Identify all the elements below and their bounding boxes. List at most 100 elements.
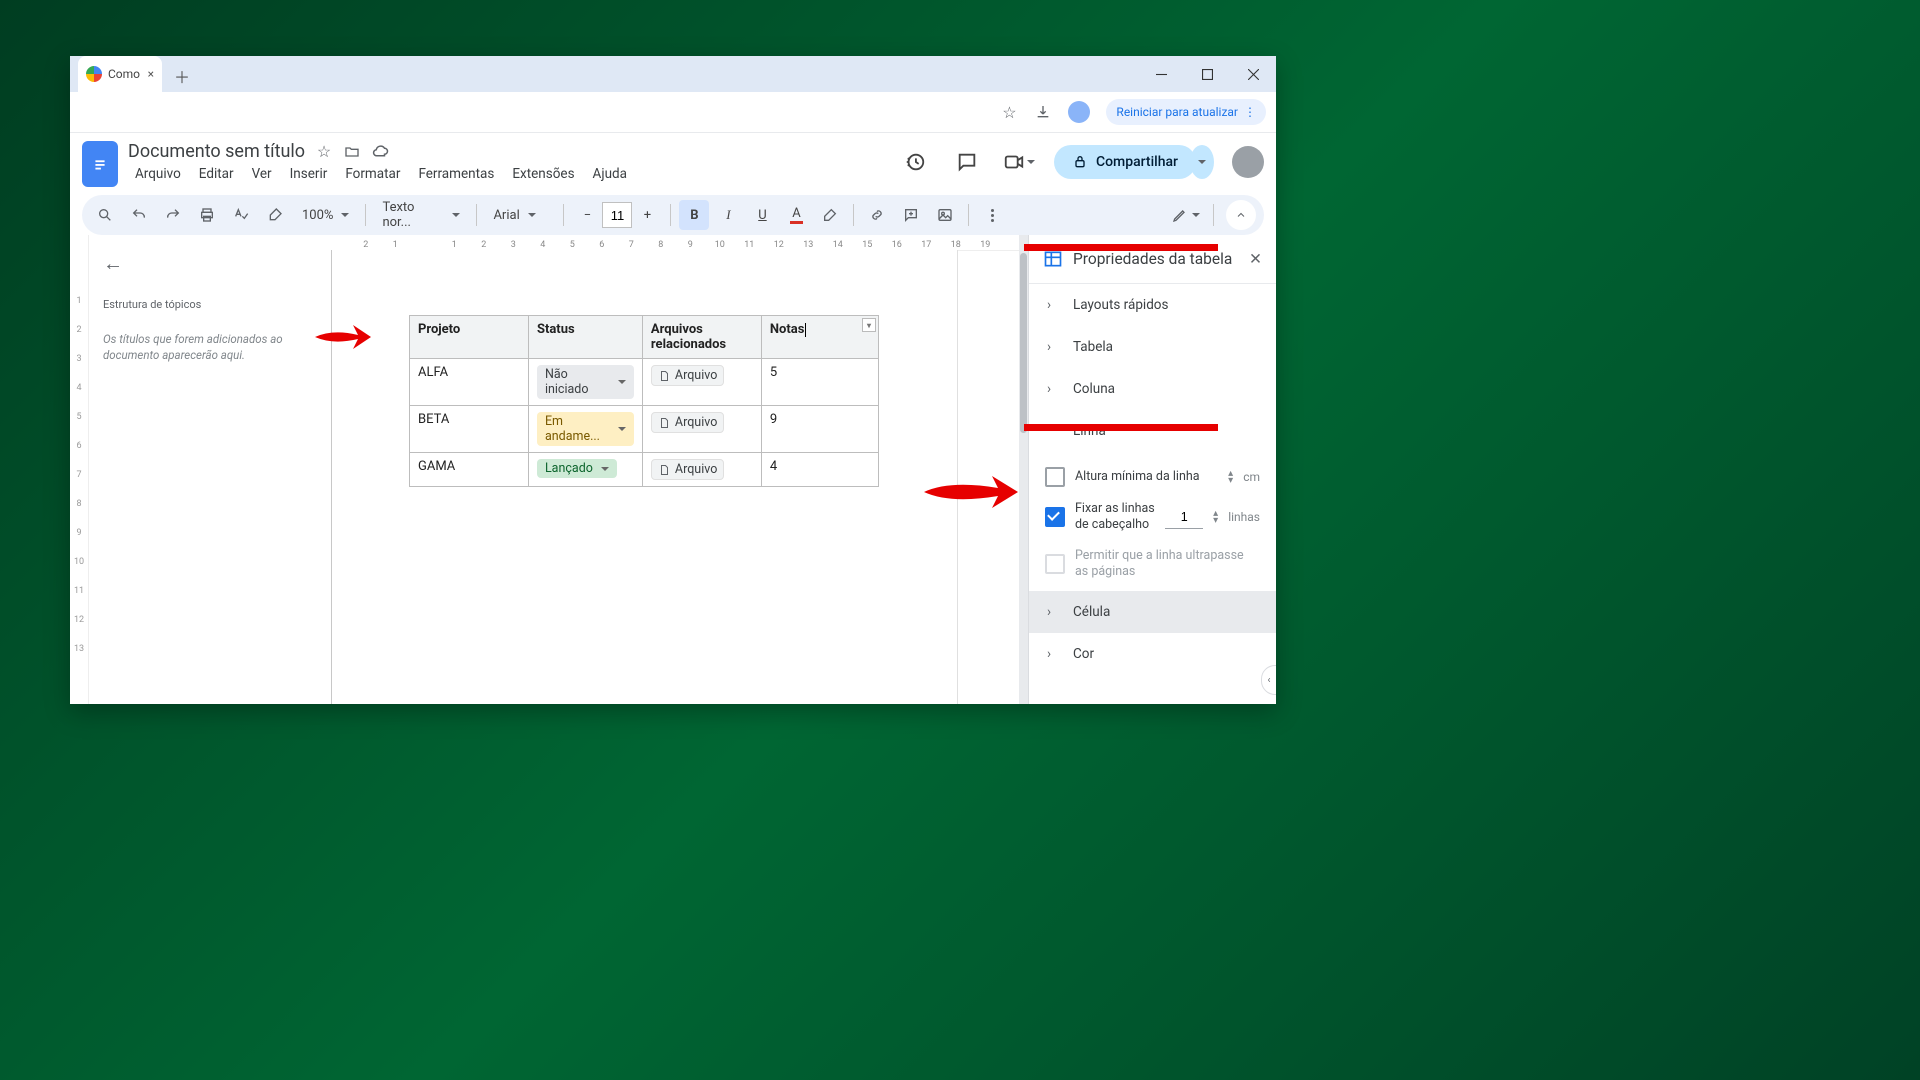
text-color-button[interactable]: A [781, 200, 811, 230]
editing-mode-button[interactable] [1171, 200, 1201, 230]
section-column[interactable]: ›Coluna [1029, 368, 1276, 410]
section-table[interactable]: ›Tabela [1029, 326, 1276, 368]
share-label: Compartilhar [1096, 154, 1178, 170]
th-arquivos[interactable]: Arquivos relacionados [642, 316, 761, 359]
menu-inserir[interactable]: Inserir [283, 164, 335, 184]
cell-arquivo[interactable]: Arquivo [642, 359, 761, 406]
cell-status[interactable]: Não iniciado [528, 359, 642, 406]
font-size-input[interactable] [602, 202, 632, 228]
page[interactable]: Projeto Status Arquivos relacionados Not… [331, 250, 958, 704]
scrollbar-thumb[interactable] [1020, 253, 1027, 433]
cell-status[interactable]: Em andame... [528, 406, 642, 453]
th-notas[interactable]: Notas▾ [761, 316, 878, 359]
print-icon[interactable] [192, 200, 222, 230]
table-menu-icon[interactable]: ▾ [862, 318, 876, 332]
cell-notas[interactable]: 9 [761, 406, 878, 453]
highlight-color-button[interactable] [815, 200, 845, 230]
insert-link-button[interactable] [862, 200, 892, 230]
history-icon[interactable] [898, 145, 932, 179]
menu-ajuda[interactable]: Ajuda [586, 164, 634, 184]
file-chip[interactable]: Arquivo [651, 459, 724, 480]
browser-tab[interactable]: Como × [78, 56, 162, 92]
min-height-checkbox[interactable] [1045, 467, 1065, 487]
pin-header-checkbox[interactable] [1045, 507, 1065, 527]
table-row[interactable]: BETA Em andame... Arquivo 9 [410, 406, 879, 453]
table-row[interactable]: GAMA Lançado Arquivo 4 [410, 453, 879, 487]
menu-editar[interactable]: Editar [192, 164, 241, 184]
search-icon[interactable] [90, 200, 120, 230]
table-row[interactable]: ALFA Não iniciado Arquivo 5 [410, 359, 879, 406]
meet-icon[interactable] [1002, 145, 1036, 179]
cell-notas[interactable]: 5 [761, 359, 878, 406]
panel-close-button[interactable]: ✕ [1249, 250, 1262, 268]
doc-title[interactable]: Documento sem título [128, 141, 305, 162]
window-minimize-button[interactable] [1138, 56, 1184, 92]
cell-arquivo[interactable]: Arquivo [642, 406, 761, 453]
undo-icon[interactable] [124, 200, 154, 230]
file-chip[interactable]: Arquivo [651, 365, 724, 386]
paint-format-icon[interactable] [260, 200, 290, 230]
menu-ferramentas[interactable]: Ferramentas [411, 164, 501, 184]
account-avatar[interactable] [1232, 146, 1264, 178]
underline-button[interactable]: U [747, 200, 777, 230]
star-icon[interactable]: ☆ [315, 143, 333, 161]
redo-icon[interactable] [158, 200, 188, 230]
tab-close-button[interactable]: × [148, 67, 154, 81]
paragraph-style-select[interactable]: Texto nor... [374, 201, 468, 229]
file-chip[interactable]: Arquivo [651, 412, 724, 433]
insert-comment-button[interactable] [896, 200, 926, 230]
document-canvas[interactable]: 2112345678910111213141516171819 Projeto … [331, 235, 1028, 704]
comments-icon[interactable] [950, 145, 984, 179]
outline-collapse-button[interactable]: ← [103, 251, 317, 276]
stepper-icon[interactable]: ▴▾ [1228, 470, 1233, 484]
zoom-select[interactable]: 100% [294, 201, 357, 229]
move-folder-icon[interactable] [343, 143, 361, 161]
font-select[interactable]: Arial [485, 201, 555, 229]
restart-to-update-button[interactable]: Reiniciar para atualizar ⋮ [1106, 99, 1266, 125]
share-button[interactable]: Compartilhar [1054, 145, 1196, 179]
new-tab-button[interactable]: ＋ [168, 62, 196, 90]
font-size-increase[interactable]: + [632, 200, 662, 230]
download-icon[interactable] [1034, 103, 1052, 121]
menu-arquivo[interactable]: Arquivo [128, 164, 188, 184]
italic-button[interactable]: I [713, 200, 743, 230]
profile-avatar-small[interactable] [1068, 101, 1090, 123]
font-value: Arial [493, 208, 519, 223]
cell-projeto[interactable]: GAMA [410, 453, 529, 487]
menu-formatar[interactable]: Formatar [338, 164, 407, 184]
section-color[interactable]: ›Cor [1029, 633, 1276, 675]
window-maximize-button[interactable] [1184, 56, 1230, 92]
section-quick-layouts[interactable]: ›Layouts rápidos [1029, 284, 1276, 326]
stepper-icon[interactable]: ▴▾ [1213, 510, 1218, 524]
collapse-toolbar-button[interactable] [1226, 200, 1256, 230]
cell-notas[interactable]: 4 [761, 453, 878, 487]
section-row[interactable]: ›Linha [1029, 410, 1276, 452]
menu-ver[interactable]: Ver [245, 164, 279, 184]
th-status[interactable]: Status [528, 316, 642, 359]
cell-arquivo[interactable]: Arquivo [642, 453, 761, 487]
status-chip[interactable]: Lançado [537, 459, 617, 478]
font-size-decrease[interactable]: − [572, 200, 602, 230]
option-min-height[interactable]: Altura mínima da linha ▴▾ cm [1043, 460, 1262, 494]
bold-button[interactable]: B [679, 200, 709, 230]
status-chip[interactable]: Não iniciado [537, 365, 634, 399]
section-cell[interactable]: ›Célula [1029, 591, 1276, 633]
more-toolbar-button[interactable] [977, 200, 1007, 230]
docs-logo-icon[interactable] [82, 141, 118, 187]
th-projeto[interactable]: Projeto [410, 316, 529, 359]
cell-projeto[interactable]: ALFA [410, 359, 529, 406]
table-header-row[interactable]: Projeto Status Arquivos relacionados Not… [410, 316, 879, 359]
status-chip[interactable]: Em andame... [537, 412, 634, 446]
cell-projeto[interactable]: BETA [410, 406, 529, 453]
window-close-button[interactable] [1230, 56, 1276, 92]
option-pin-header[interactable]: Fixar as linhas de cabeçalho ▴▾ linhas [1043, 494, 1262, 541]
document-table[interactable]: Projeto Status Arquivos relacionados Not… [409, 315, 879, 487]
insert-image-button[interactable] [930, 200, 960, 230]
cloud-status-icon[interactable] [371, 143, 389, 161]
spellcheck-icon[interactable] [226, 200, 256, 230]
menu-extensoes[interactable]: Extensões [505, 164, 581, 184]
share-dropdown[interactable] [1190, 145, 1214, 179]
pin-header-input[interactable] [1165, 506, 1203, 529]
bookmark-star-icon[interactable]: ☆ [1000, 103, 1018, 121]
cell-status[interactable]: Lançado [528, 453, 642, 487]
